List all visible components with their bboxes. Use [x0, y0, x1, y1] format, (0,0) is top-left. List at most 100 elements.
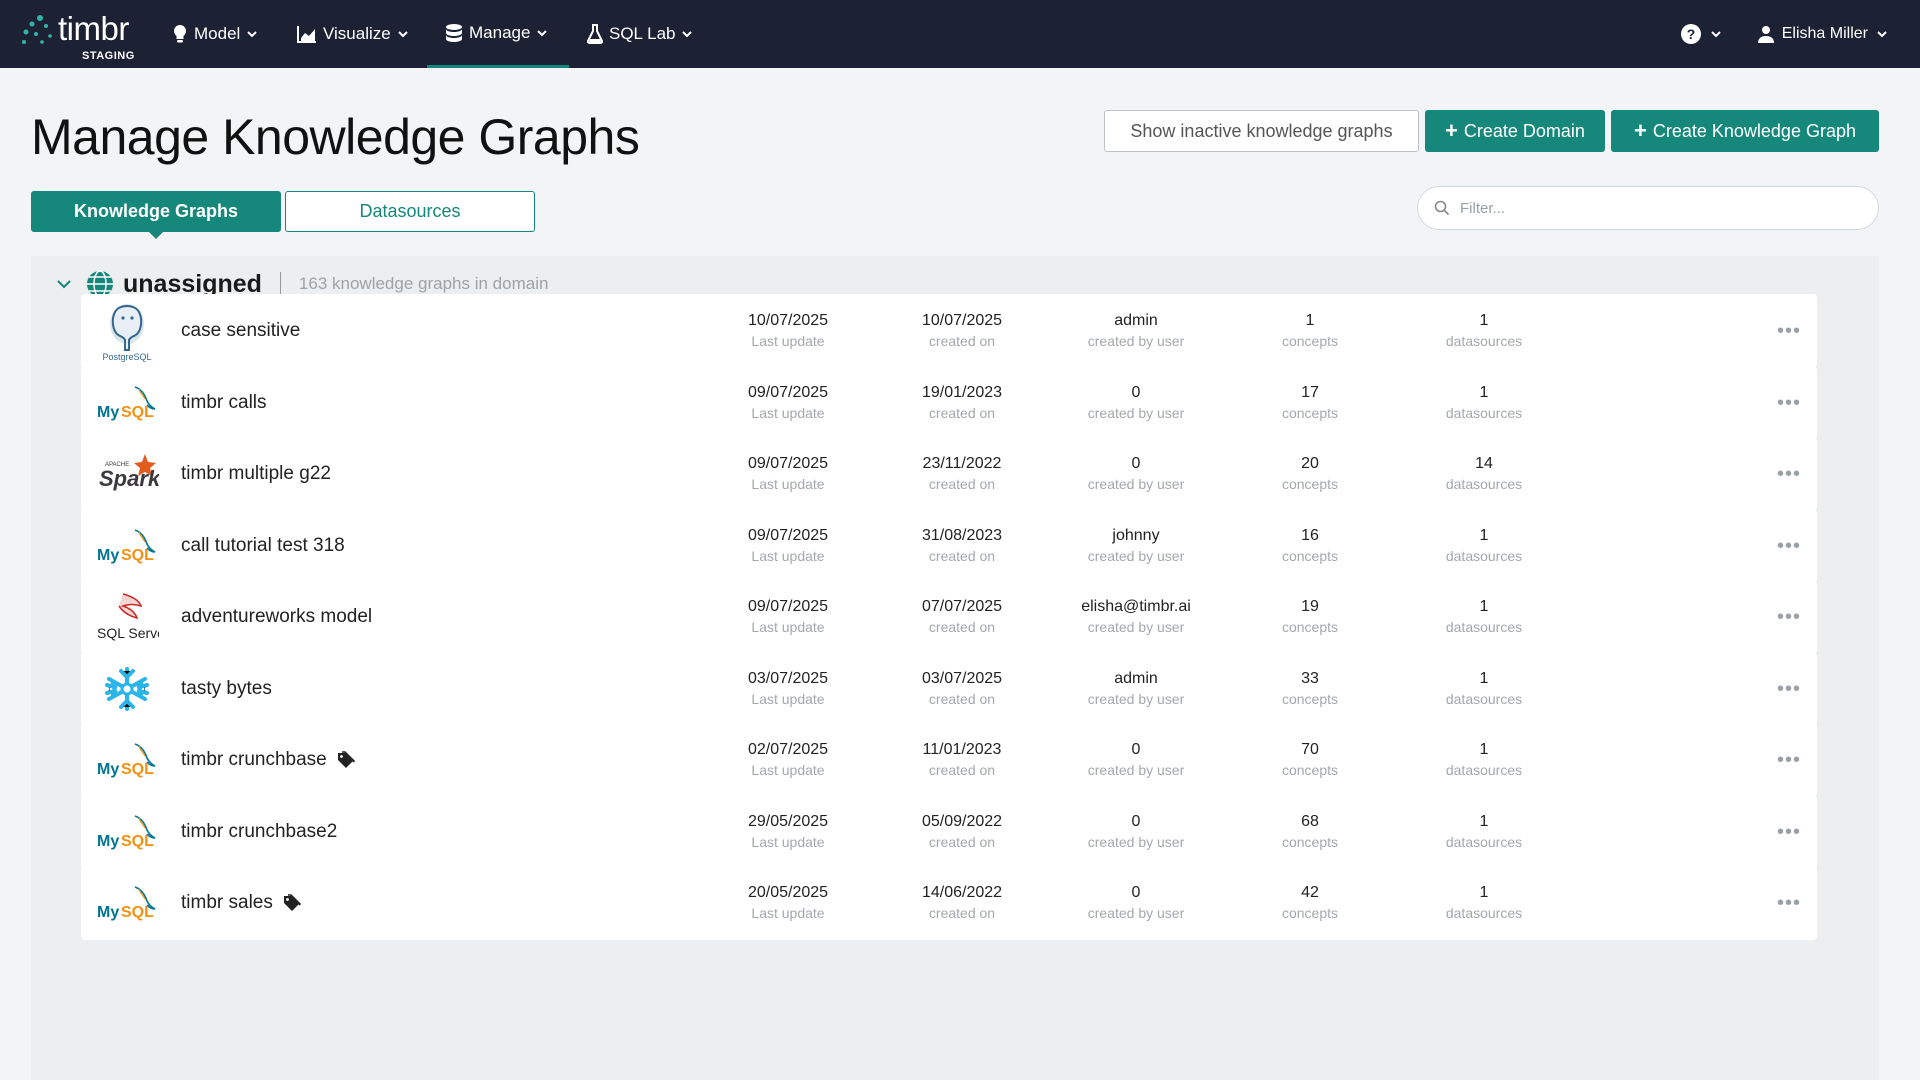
mysql-logo-icon: MySQL — [95, 801, 159, 863]
created-on-label: created on — [862, 617, 1062, 637]
datasources-value: 1 — [1384, 526, 1584, 546]
show-inactive-button[interactable]: Show inactive knowledge graphs — [1104, 110, 1419, 152]
nav-model[interactable]: Model — [172, 0, 258, 68]
concepts-cell: 20concepts — [1210, 454, 1410, 494]
last-update-label: Last update — [688, 617, 888, 637]
bulb-icon — [172, 24, 188, 44]
create-domain-label: Create Domain — [1464, 121, 1585, 142]
chevron-down-icon — [397, 28, 409, 40]
knowledge-graph-name[interactable]: call tutorial test 318 — [181, 509, 345, 583]
knowledge-graph-name[interactable]: tasty bytes — [181, 652, 272, 726]
last-update-label: Last update — [688, 760, 888, 780]
create-kg-label: Create Knowledge Graph — [1653, 121, 1856, 142]
tab-datasources[interactable]: Datasources — [285, 191, 535, 232]
created-by-label: created by user — [1036, 403, 1236, 423]
datasources-value: 1 — [1384, 383, 1584, 403]
svg-text:SQL Server: SQL Server — [97, 625, 159, 641]
chevron-down-icon[interactable] — [55, 275, 73, 293]
more-options-icon[interactable]: ••• — [1777, 463, 1801, 486]
spark-logo-icon: SparkAPACHE — [95, 443, 159, 505]
created-on-cell: 19/01/2023created on — [862, 383, 1062, 423]
created-by-value: 0 — [1036, 740, 1236, 760]
postgresql-logo-icon: PostgreSQL — [95, 300, 159, 362]
knowledge-graph-name[interactable]: timbr sales — [181, 866, 303, 940]
created-by-value: admin — [1036, 311, 1236, 331]
knowledge-graph-row[interactable]: SQL Server adventureworks model 09/07/2025… — [81, 580, 1817, 654]
last-update-value: 09/07/2025 — [688, 454, 888, 474]
knowledge-graph-row[interactable]: MySQLtimbr calls09/07/2025Last update19/… — [81, 366, 1817, 440]
last-update-value: 10/07/2025 — [688, 311, 888, 331]
knowledge-graph-name[interactable]: timbr multiple g22 — [181, 437, 331, 511]
timbr-logo[interactable]: timbr STAGING — [20, 8, 140, 64]
datasources-value: 1 — [1384, 311, 1584, 331]
created-on-cell: 07/07/2025created on — [862, 597, 1062, 637]
datasources-value: 1 — [1384, 883, 1584, 903]
concepts-value: 20 — [1210, 454, 1410, 474]
svg-text:SQL: SQL — [121, 547, 154, 564]
svg-text:My: My — [97, 547, 119, 564]
create-domain-button[interactable]: + Create Domain — [1425, 110, 1605, 152]
concepts-label: concepts — [1210, 403, 1410, 423]
knowledge-graph-name[interactable]: timbr crunchbase — [181, 723, 357, 797]
more-options-icon[interactable]: ••• — [1777, 821, 1801, 844]
chart-icon — [297, 25, 317, 43]
knowledge-graph-row[interactable]: PostgreSQL case sensitive 10/07/2025Last u… — [81, 294, 1817, 368]
knowledge-graph-name[interactable]: timbr calls — [181, 366, 267, 440]
knowledge-graph-name[interactable]: adventureworks model — [181, 580, 372, 654]
created-on-cell: 23/11/2022created on — [862, 454, 1062, 494]
knowledge-graph-row[interactable]: tasty bytes03/07/2025Last update03/07/20… — [81, 652, 1817, 726]
tab-knowledge-graphs[interactable]: Knowledge Graphs — [31, 191, 281, 232]
knowledge-graph-name[interactable]: timbr crunchbase2 — [181, 795, 337, 869]
chevron-down-icon — [246, 28, 258, 40]
knowledge-graph-row[interactable]: MySQLtimbr sales20/05/2025Last update14/… — [81, 866, 1817, 940]
datasources-value: 1 — [1384, 812, 1584, 832]
nav-manage[interactable]: Manage — [427, 0, 569, 68]
last-update-cell: 09/07/2025Last update — [688, 597, 888, 637]
nav-manage-label: Manage — [469, 23, 530, 43]
plus-icon: + — [1634, 120, 1647, 142]
created-by-cell: 0created by user — [1036, 454, 1236, 494]
nav-visualize[interactable]: Visualize — [297, 0, 409, 68]
more-options-icon[interactable]: ••• — [1777, 892, 1801, 915]
created-on-label: created on — [862, 832, 1062, 852]
kg-name-text: timbr crunchbase — [181, 749, 327, 771]
more-options-icon[interactable]: ••• — [1777, 678, 1801, 701]
more-options-icon[interactable]: ••• — [1777, 535, 1801, 558]
more-options-icon[interactable]: ••• — [1777, 320, 1801, 343]
last-update-cell: 02/07/2025Last update — [688, 740, 888, 780]
knowledge-graph-row[interactable]: MySQLcall tutorial test 31809/07/2025Las… — [81, 509, 1817, 583]
chevron-down-icon — [1876, 28, 1888, 40]
created-on-label: created on — [862, 903, 1062, 923]
datasources-label: datasources — [1384, 903, 1584, 923]
concepts-cell: 17concepts — [1210, 383, 1410, 423]
more-options-icon[interactable]: ••• — [1777, 749, 1801, 772]
svg-text:SQL: SQL — [121, 904, 154, 921]
created-on-label: created on — [862, 331, 1062, 351]
created-by-label: created by user — [1036, 760, 1236, 780]
svg-text:Spark: Spark — [99, 466, 159, 491]
last-update-label: Last update — [688, 474, 888, 494]
nav-sql-lab[interactable]: SQL Lab — [587, 0, 693, 68]
knowledge-graph-name[interactable]: case sensitive — [181, 294, 300, 368]
chevron-down-icon — [536, 27, 548, 39]
concepts-value: 19 — [1210, 597, 1410, 617]
svg-text:PostgreSQL: PostgreSQL — [102, 352, 151, 362]
create-knowledge-graph-button[interactable]: + Create Knowledge Graph — [1611, 110, 1879, 152]
concepts-label: concepts — [1210, 832, 1410, 852]
concepts-value: 68 — [1210, 812, 1410, 832]
knowledge-graph-row[interactable]: SparkAPACHE timbr multiple g22 09/07/2025L… — [81, 437, 1817, 511]
more-options-icon[interactable]: ••• — [1777, 606, 1801, 629]
last-update-label: Last update — [688, 331, 888, 351]
datasources-cell: 1datasources — [1384, 526, 1584, 566]
knowledge-graph-row[interactable]: MySQLtimbr crunchbase02/07/2025Last upda… — [81, 723, 1817, 797]
knowledge-graph-row[interactable]: MySQLtimbr crunchbase229/05/2025Last upd… — [81, 795, 1817, 869]
filter-input[interactable]: Filter... — [1417, 186, 1879, 230]
more-options-icon[interactable]: ••• — [1777, 392, 1801, 415]
kg-name-text: adventureworks model — [181, 606, 372, 628]
concepts-value: 33 — [1210, 669, 1410, 689]
help-menu[interactable]: ? — [1680, 0, 1722, 68]
kg-name-text: timbr crunchbase2 — [181, 821, 337, 843]
kg-name-text: call tutorial test 318 — [181, 535, 345, 557]
user-menu[interactable]: Elisha Miller — [1758, 0, 1888, 68]
plus-icon: + — [1445, 120, 1458, 142]
